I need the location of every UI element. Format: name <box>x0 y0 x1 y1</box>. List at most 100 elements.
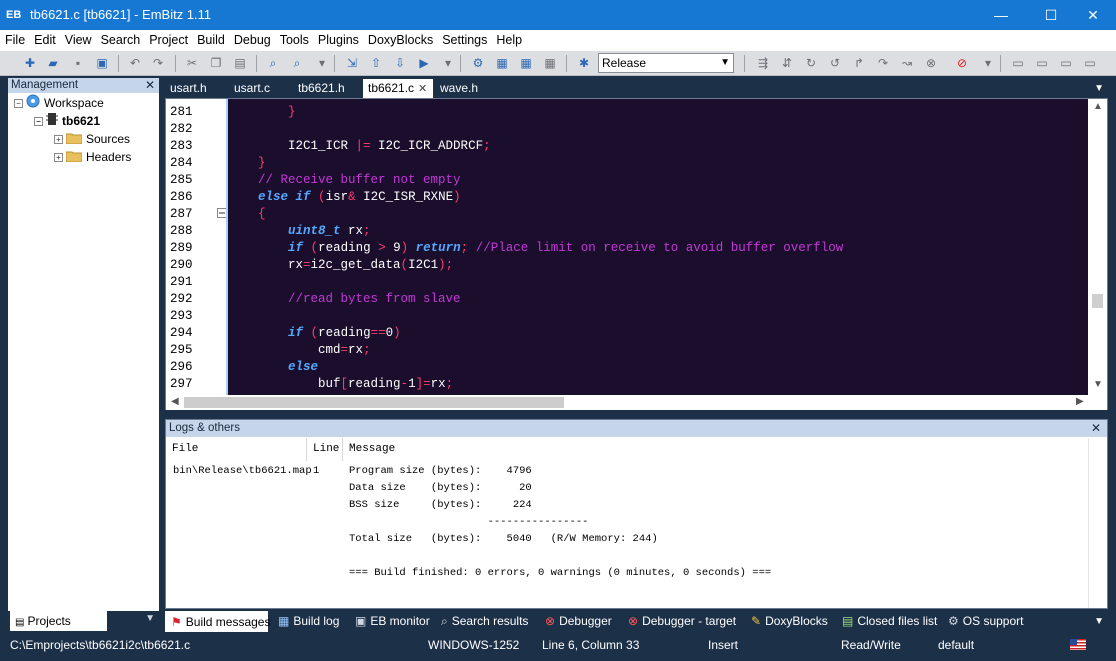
file-tab[interactable]: usart.c <box>229 79 293 98</box>
scroll-left-icon[interactable]: ◀ <box>171 396 179 407</box>
column-header-message[interactable]: Message <box>343 438 1088 461</box>
log-message[interactable]: === Build finished: 0 errors, 0 warnings… <box>349 565 771 582</box>
log-message[interactable]: Data size (bytes): 20 <box>349 480 532 497</box>
close-icon[interactable]: ✕ <box>418 83 427 95</box>
cut-icon[interactable]: ✂ <box>184 55 200 71</box>
log-message[interactable]: BSS size (bytes): 224 <box>349 497 532 514</box>
replace-icon[interactable]: ⌕ <box>289 55 305 71</box>
chevron-down-icon[interactable]: ▼ <box>1094 616 1104 627</box>
next-instruction-icon[interactable]: ↝ <box>899 55 915 71</box>
expand-icon[interactable]: + <box>54 153 63 163</box>
tree-folder-headers[interactable]: + Headers <box>54 148 131 166</box>
scroll-up-icon[interactable]: ▲ <box>1093 101 1103 112</box>
editor-horizontal-scrollbar[interactable]: ◀ ▶ <box>166 395 1107 410</box>
collapse-icon[interactable]: − <box>14 99 23 109</box>
tab-doxyblocks[interactable]: ✎ DoxyBlocks <box>751 610 828 632</box>
file-tab-active[interactable]: tb6621.c ✕ <box>363 79 433 98</box>
clean-icon[interactable]: ▦ <box>542 55 558 71</box>
paste-icon[interactable]: ▤ <box>232 55 248 71</box>
code-editor[interactable]: 281 282 283 284 285 286 287 288 289 290 … <box>165 98 1108 410</box>
menu-build[interactable]: Build <box>192 30 229 49</box>
logs-vertical-scrollbar[interactable] <box>1088 438 1107 608</box>
menu-view[interactable]: View <box>60 30 96 49</box>
toolbar-overflow-icon-2[interactable]: ▾ <box>440 55 456 71</box>
build-target-select[interactable]: Release ▼ <box>598 53 734 73</box>
goto-icon[interactable]: ⇲ <box>344 55 360 71</box>
editor-vertical-scrollbar[interactable]: ▲ ▼ <box>1088 99 1107 395</box>
column-header-file[interactable]: File <box>166 438 307 461</box>
scroll-down-icon[interactable]: ▼ <box>1093 379 1103 390</box>
minimize-button[interactable]: — <box>978 0 1024 30</box>
stop-debug-icon[interactable]: ⊗ <box>923 55 939 71</box>
tab-build-messages[interactable]: ⚑ Build messages <box>165 611 270 632</box>
chevron-down-icon[interactable]: ▼ <box>1094 83 1104 94</box>
chevron-down-icon[interactable]: ▼ <box>145 613 155 624</box>
log-message[interactable]: Program size (bytes): 4796 <box>349 463 532 480</box>
debug-start-icon[interactable]: ⇶ <box>755 55 771 71</box>
run-to-cursor-icon[interactable]: ↷ <box>875 55 891 71</box>
undo-icon[interactable]: ↶ <box>127 55 143 71</box>
build-icon[interactable]: ⚙ <box>470 55 486 71</box>
tab-eb-monitor[interactable]: ▣ EB monitor <box>355 610 430 632</box>
menu-plugins[interactable]: Plugins <box>313 30 363 49</box>
scroll-right-icon[interactable]: ▶ <box>1076 396 1084 407</box>
toolbar-overflow-icon[interactable]: ▾ <box>314 55 330 71</box>
log-message[interactable]: Total size (bytes): 5040 (R/W Memory: 24… <box>349 531 658 548</box>
tools-icon[interactable]: ✱ <box>576 55 592 71</box>
close-button[interactable]: ✕ <box>1070 0 1116 30</box>
watches-window-icon[interactable]: ▭ <box>1082 55 1098 71</box>
scrollbar-thumb[interactable] <box>1092 294 1103 308</box>
log-file-cell[interactable]: bin\Release\tb6621.map <box>173 463 312 480</box>
menu-doxyblocks[interactable]: DoxyBlocks <box>363 30 437 49</box>
memory-window-icon[interactable]: ▭ <box>1034 55 1050 71</box>
menu-project[interactable]: Project <box>144 30 192 49</box>
debug-step-icon[interactable]: ⇵ <box>779 55 795 71</box>
tree-folder-sources[interactable]: + Sources <box>54 130 130 148</box>
jump-down-icon[interactable]: ⇩ <box>392 55 408 71</box>
step-over-icon[interactable]: ↺ <box>827 55 843 71</box>
tab-os-support[interactable]: ⚙ OS support <box>948 610 1023 632</box>
save-all-icon[interactable]: ▣ <box>94 55 110 71</box>
redo-icon[interactable]: ↷ <box>150 55 166 71</box>
maximize-button[interactable]: ☐ <box>1028 0 1074 30</box>
column-header-line[interactable]: Line <box>307 438 343 461</box>
menu-tools[interactable]: Tools <box>275 30 313 49</box>
open-folder-icon[interactable]: ▰ <box>45 55 61 71</box>
jump-up-icon[interactable]: ⇧ <box>368 55 384 71</box>
menu-debug[interactable]: Debug <box>229 30 275 49</box>
log-message[interactable]: ---------------- <box>349 514 589 531</box>
debug-window-icon[interactable]: ▭ <box>1010 55 1026 71</box>
tab-debugger[interactable]: ⊗ Debugger <box>545 610 612 632</box>
rebuild-icon[interactable]: ▦ <box>518 55 534 71</box>
find-icon[interactable]: ⌕ <box>265 55 281 71</box>
close-icon[interactable]: ✕ <box>145 78 155 93</box>
registers-window-icon[interactable]: ▭ <box>1058 55 1074 71</box>
code-area[interactable]: } I2C1_ICR |= I2C_ICR_ADDRCF; } // Recei… <box>228 99 1088 395</box>
compile-icon[interactable]: ▦ <box>494 55 510 71</box>
menu-search[interactable]: Search <box>96 30 145 49</box>
tab-build-log[interactable]: ▦ Build log <box>278 610 339 632</box>
save-icon[interactable]: ▪ <box>70 55 86 71</box>
tab-debugger-target[interactable]: ⊗ Debugger - target <box>628 610 736 632</box>
step-out-icon[interactable]: ↱ <box>851 55 867 71</box>
tab-closed-files-list[interactable]: ▤ Closed files list <box>842 610 937 632</box>
abort-icon[interactable]: ⊘ <box>954 55 970 71</box>
tree-workspace[interactable]: − Workspace <box>14 94 104 112</box>
log-line-cell[interactable]: 1 <box>313 463 319 480</box>
tree-project[interactable]: − tb6621 <box>34 112 100 130</box>
menu-file[interactable]: File <box>0 30 29 49</box>
close-icon[interactable]: ✕ <box>1091 420 1101 437</box>
new-file-icon[interactable]: ✚ <box>22 55 38 71</box>
bookmark-icon[interactable]: ▶ <box>416 55 432 71</box>
expand-icon[interactable]: + <box>54 135 63 145</box>
collapse-icon[interactable]: − <box>34 117 43 127</box>
menu-help[interactable]: Help <box>491 30 526 49</box>
scrollbar-thumb[interactable] <box>184 397 564 408</box>
menu-edit[interactable]: Edit <box>29 30 60 49</box>
menu-settings[interactable]: Settings <box>437 30 491 49</box>
toolbar-overflow-icon-3[interactable]: ▾ <box>980 55 996 71</box>
copy-icon[interactable]: ❐ <box>208 55 224 71</box>
tab-search-results[interactable]: ⌕ Search results <box>441 610 528 632</box>
file-tab[interactable]: wave.h <box>435 79 499 98</box>
tab-projects[interactable]: ▤ Projects <box>10 611 107 631</box>
